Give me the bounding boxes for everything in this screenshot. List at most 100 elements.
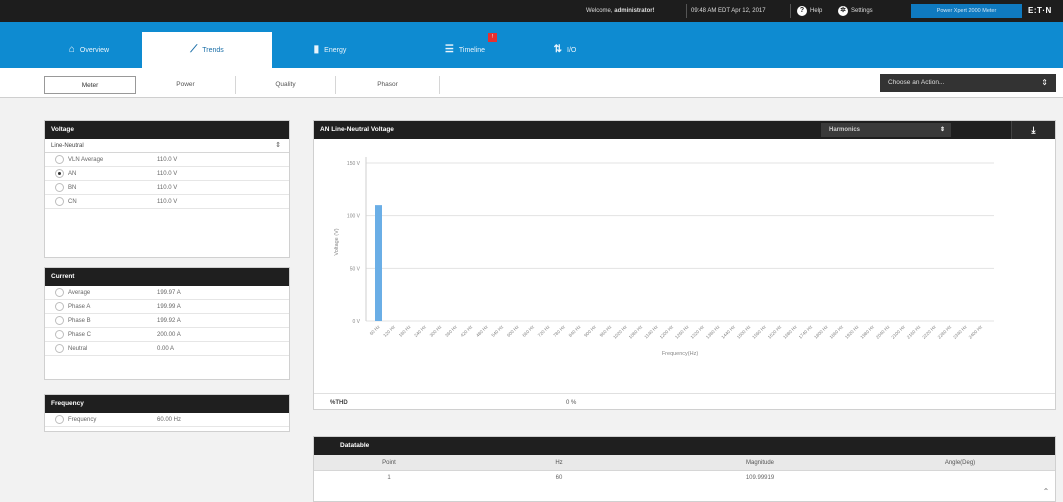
tab-io[interactable]: ⇅ I/O — [530, 32, 600, 68]
welcome-text: Welcome, administrator! — [586, 0, 682, 22]
sort-icon: ⇅ — [553, 44, 563, 55]
bar-chart-icon: ▮ — [313, 44, 320, 55]
y-tick-label: 150 V — [347, 161, 361, 167]
x-tick-label: 1920 Hz — [844, 324, 860, 340]
harmonics-chart: 0 V50 V100 V150 VVoltage (V)60 Hz 120 Hz 1… — [334, 157, 994, 357]
x-tick-label: 2100 Hz — [890, 324, 906, 340]
thd-row: %THD 0 % — [314, 393, 1055, 411]
radio-button[interactable] — [55, 302, 64, 311]
x-tick-label: 1980 Hz — [859, 324, 875, 340]
voltage-row[interactable]: CN 110.0 V — [45, 195, 289, 209]
table-cell: 109.99919 — [745, 475, 775, 481]
x-tick-label: 1740 Hz — [798, 324, 814, 340]
x-tick-label: 1080 Hz — [628, 324, 644, 340]
current-title: Current — [45, 268, 289, 286]
help-link[interactable]: Help — [810, 0, 830, 22]
timeline-alert-badge: ! — [488, 33, 497, 42]
radio-button[interactable] — [55, 288, 64, 297]
current-row[interactable]: Neutral 0.00 A — [45, 342, 289, 356]
y-tick-label: 50 V — [350, 266, 361, 272]
y-tick-label: 0 V — [352, 319, 360, 325]
row-value: 60.00 Hz — [157, 417, 182, 423]
row-label: Phase C — [68, 332, 92, 338]
y-tick-label: 100 V — [347, 214, 361, 220]
x-tick-label: 2220 Hz — [921, 324, 937, 340]
column-header[interactable]: Hz — [464, 455, 654, 470]
current-row[interactable]: Phase C 200.00 A — [45, 328, 289, 342]
radio-button[interactable] — [55, 316, 64, 325]
subtab-quality[interactable]: Quality — [236, 76, 336, 94]
meter-select-button[interactable]: Power Xpert 2000 Meter — [911, 4, 1022, 18]
thd-value: 0 % — [566, 400, 577, 406]
view-select[interactable]: Harmonics ⇕ — [821, 123, 951, 137]
row-label: VLN Average — [68, 157, 104, 163]
voltage-mode-value: Line-Neutral — [51, 143, 84, 149]
subtab-phasor[interactable]: Phasor — [336, 76, 440, 94]
help-icon[interactable]: ? — [797, 6, 807, 16]
current-row[interactable]: Average 199.97 A — [45, 286, 289, 300]
current-row[interactable]: Phase B 199.92 A — [45, 314, 289, 328]
username-link[interactable]: administrator! — [614, 8, 654, 14]
radio-button[interactable] — [55, 344, 64, 353]
x-tick-label: 600 Hz — [506, 324, 520, 338]
voltage-row[interactable]: BN 110.0 V — [45, 181, 289, 195]
download-icon[interactable]: ⤓ — [1011, 121, 1055, 139]
action-select-value: Choose an Action... — [888, 79, 945, 86]
x-tick-label: 540 Hz — [490, 324, 504, 338]
radio-button[interactable] — [55, 197, 64, 206]
tab-trends[interactable]: ⟋ Trends — [142, 32, 272, 68]
x-tick-label: 1020 Hz — [612, 324, 628, 340]
row-label: BN — [68, 185, 77, 191]
scroll-up-icon[interactable]: ⌃ — [1041, 487, 1051, 497]
frequency-panel: Frequency Frequency 60.00 Hz — [44, 394, 290, 432]
row-value: 110.0 V — [157, 185, 178, 191]
voltage-title: Voltage — [45, 121, 289, 139]
column-header[interactable]: Point — [314, 455, 464, 470]
x-tick-label: 1320 Hz — [690, 324, 706, 340]
radio-button[interactable] — [55, 330, 64, 339]
tab-label: Trends — [202, 46, 224, 54]
x-tick-label: 2400 Hz — [968, 324, 984, 340]
frequency-row[interactable]: Frequency 60.00 Hz — [45, 413, 289, 427]
subtab-meter[interactable]: Meter — [44, 76, 136, 94]
select-arrows-icon: ⇕ — [939, 127, 945, 133]
gear-icon[interactable]: ✲ — [838, 6, 848, 16]
tab-label: Timeline — [458, 46, 486, 54]
select-arrows-icon: ⇕ — [1041, 78, 1048, 87]
row-label: CN — [68, 199, 77, 205]
row-label: Neutral — [68, 346, 88, 352]
voltage-row[interactable]: AN 110.0 V — [45, 167, 289, 181]
radio-button-selected[interactable] — [55, 169, 64, 178]
x-tick-label: 60 Hz — [369, 324, 382, 337]
radio-button[interactable] — [55, 415, 64, 424]
subtab-power[interactable]: Power — [136, 76, 236, 94]
table-cell: 60 — [555, 475, 563, 481]
trend-icon: ⟋ — [190, 44, 198, 55]
table-cell — [866, 471, 1054, 485]
column-header[interactable]: Magnitude — [654, 455, 866, 470]
row-value: 199.99 A — [157, 304, 181, 310]
tab-energy[interactable]: ▮ Energy — [285, 32, 375, 68]
tab-label: I/O — [567, 46, 577, 54]
chart-title-text: AN Line-Neutral Voltage — [320, 126, 394, 133]
x-tick-label: 2160 Hz — [906, 324, 922, 340]
x-tick-label: 1860 Hz — [829, 324, 845, 340]
x-tick-label: 720 Hz — [537, 324, 551, 338]
row-value: 199.97 A — [157, 290, 181, 296]
eaton-logo: E:T·N — [1028, 6, 1052, 15]
top-bar: Welcome, administrator! 09:48 AM EDT Apr… — [0, 0, 1063, 22]
home-icon: ⌂ — [68, 44, 75, 55]
y-axis-label: Voltage (V) — [334, 228, 340, 255]
radio-button[interactable] — [55, 183, 64, 192]
column-header[interactable]: Angle(Deg) — [866, 455, 1054, 470]
tab-timeline[interactable]: ☰ Timeline — [415, 32, 515, 68]
voltage-row[interactable]: VLN Average 110.0 V — [45, 153, 289, 167]
settings-link[interactable]: Settings — [851, 0, 885, 22]
x-tick-label: 240 Hz — [413, 324, 427, 338]
chart-title: AN Line-Neutral Voltage Harmonics ⇕ ⤓ — [314, 121, 1055, 139]
action-select[interactable]: Choose an Action... ⇕ — [880, 74, 1056, 92]
current-row[interactable]: Phase A 199.99 A — [45, 300, 289, 314]
tab-overview[interactable]: ⌂ Overview — [36, 32, 142, 68]
voltage-mode-select[interactable]: Line-Neutral ⇕ — [45, 139, 289, 153]
radio-button[interactable] — [55, 155, 64, 164]
